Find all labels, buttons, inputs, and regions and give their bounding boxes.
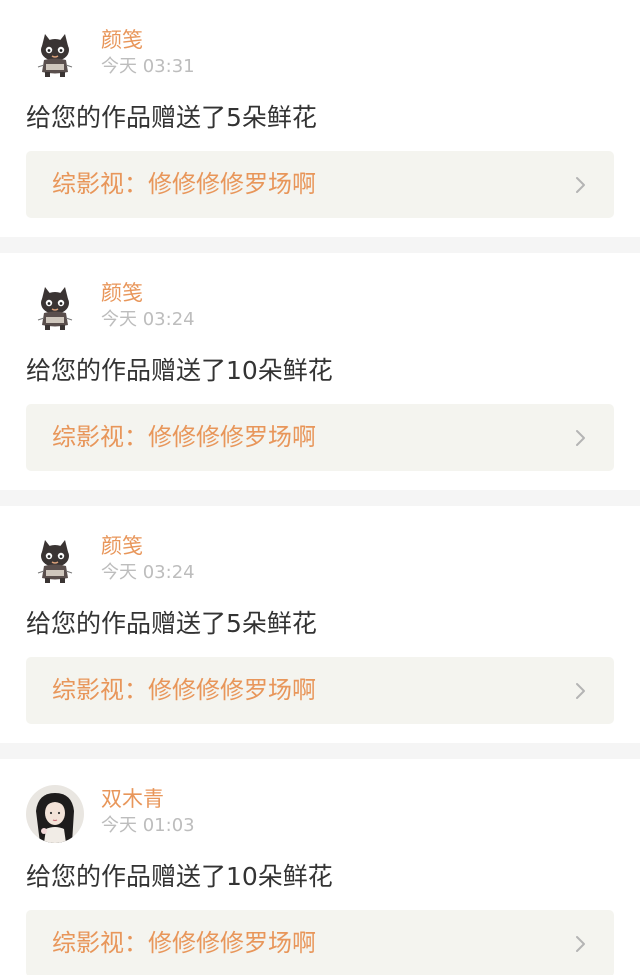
gift-message: 给您的作品赠送了5朵鲜花 [26,103,317,132]
list-item: 颜笺 今天 03:24 给您的作品赠送了10朵鲜花 综影视：修修修修罗场啊 [0,253,640,490]
list-item: 颜笺 今天 03:24 给您的作品赠送了5朵鲜花 综影视：修修修修罗场啊 [0,506,640,743]
chevron-right-icon [575,429,586,447]
work-title: 综影视：修修修修罗场啊 [52,423,316,451]
work-link[interactable]: 综影视：修修修修罗场啊 [26,657,614,724]
work-title: 综影视：修修修修罗场啊 [52,170,316,198]
user-name[interactable]: 颜笺 [101,532,143,560]
timestamp: 今天 03:31 [101,56,195,77]
work-link[interactable]: 综影视：修修修修罗场啊 [26,910,614,975]
work-title: 综影视：修修修修罗场啊 [52,676,316,704]
cat-avatar[interactable] [26,26,84,84]
list-item: 双木青 今天 01:03 给您的作品赠送了10朵鲜花 综影视：修修修修罗场啊 [0,759,640,975]
gift-message: 给您的作品赠送了5朵鲜花 [26,609,317,638]
user-name[interactable]: 颜笺 [101,279,143,307]
girl-portrait-avatar[interactable] [26,785,84,843]
work-link[interactable]: 综影视：修修修修罗场啊 [26,151,614,218]
work-link[interactable]: 综影视：修修修修罗场啊 [26,404,614,471]
timestamp: 今天 03:24 [101,309,195,330]
chevron-right-icon [575,682,586,700]
gift-message: 给您的作品赠送了10朵鲜花 [26,862,333,891]
work-title: 综影视：修修修修罗场啊 [52,929,316,957]
user-name[interactable]: 双木青 [101,785,164,813]
chevron-right-icon [575,935,586,953]
gift-notification-feed: 颜笺 今天 03:31 给您的作品赠送了5朵鲜花 综影视：修修修修罗场啊 颜笺 … [0,0,640,975]
list-item: 颜笺 今天 03:31 给您的作品赠送了5朵鲜花 综影视：修修修修罗场啊 [0,0,640,237]
timestamp: 今天 01:03 [101,815,195,836]
gift-message: 给您的作品赠送了10朵鲜花 [26,356,333,385]
cat-avatar[interactable] [26,532,84,590]
user-name[interactable]: 颜笺 [101,26,143,54]
timestamp: 今天 03:24 [101,562,195,583]
cat-avatar[interactable] [26,279,84,337]
chevron-right-icon [575,176,586,194]
